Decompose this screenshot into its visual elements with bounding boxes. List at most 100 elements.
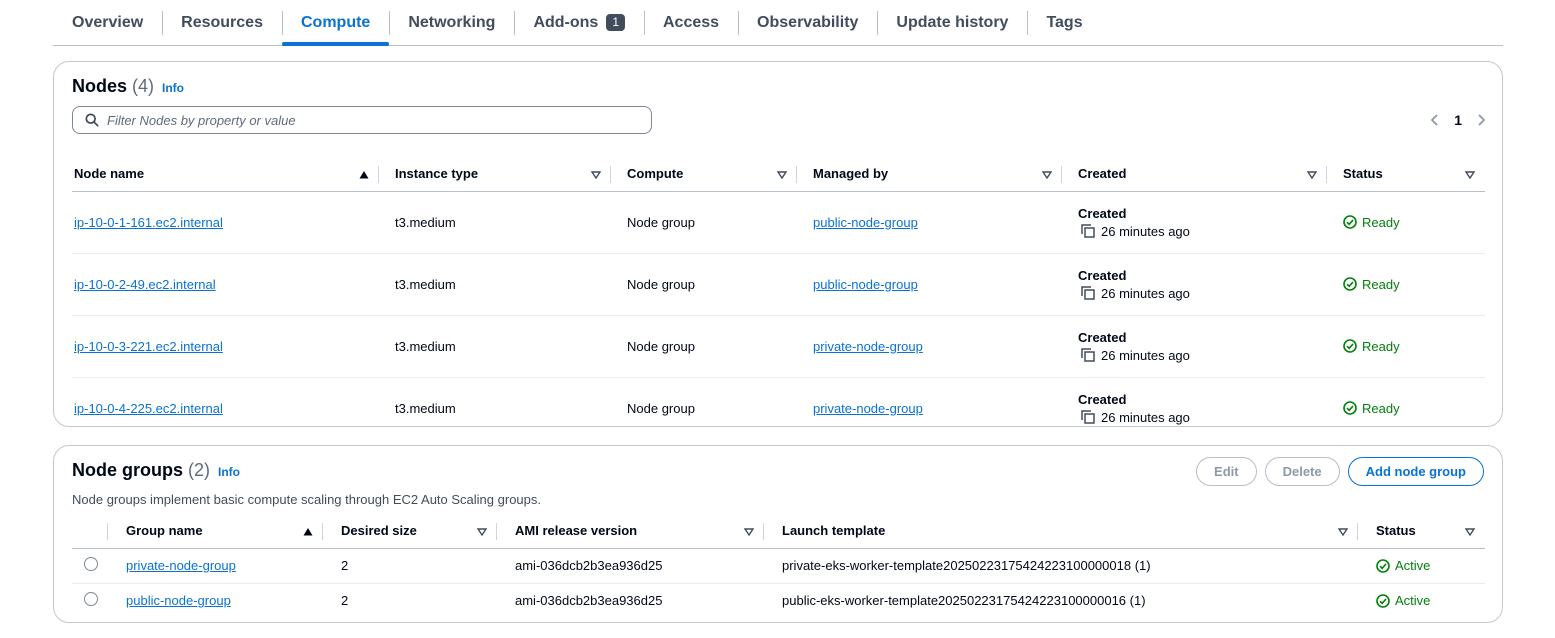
chevron-right-icon[interactable] xyxy=(1476,113,1486,127)
tab-networking[interactable]: Networking xyxy=(389,0,514,45)
tab-label: Add-ons xyxy=(533,13,599,31)
tab-label: Update history xyxy=(896,13,1009,31)
column-header-launch-template[interactable]: Launch template xyxy=(764,514,1358,549)
instance-type-cell: t3.medium xyxy=(379,191,611,254)
tab-overview[interactable]: Overview xyxy=(53,0,162,45)
tab-observability[interactable]: Observability xyxy=(738,0,877,45)
column-header-group-name[interactable]: Group name xyxy=(108,514,323,549)
managed-by-link[interactable]: private-node-group xyxy=(813,339,923,354)
node-name-link[interactable]: ip-10-0-4-225.ec2.internal xyxy=(74,401,223,416)
node-groups-table: Group name Desired size AMI release vers… xyxy=(72,514,1485,618)
compute-cell: Node group xyxy=(611,191,797,254)
add-node-group-button[interactable]: Add node group xyxy=(1347,457,1484,486)
tab-compute[interactable]: Compute xyxy=(281,0,390,46)
launch-template-cell: private-eks-worker-template2025022317542… xyxy=(764,548,1358,584)
column-header-managed-by[interactable]: Managed by xyxy=(797,157,1062,192)
sort-icon xyxy=(776,168,788,183)
node-groups-count: (2) xyxy=(188,460,210,480)
copy-icon[interactable] xyxy=(1081,286,1095,300)
status-indicator: Ready xyxy=(1343,215,1485,230)
table-row: private-node-group 2 ami-036dcb2b3ea936d… xyxy=(72,548,1485,584)
instance-type-cell: t3.medium xyxy=(379,253,611,316)
nodes-info-link[interactable]: Info xyxy=(162,81,184,95)
instance-type-cell: t3.medium xyxy=(395,400,456,416)
copy-icon[interactable] xyxy=(1081,224,1095,238)
tab-access[interactable]: Access xyxy=(644,0,738,45)
nodes-filter[interactable] xyxy=(72,106,652,134)
created-time: 26 minutes ago xyxy=(1101,285,1190,301)
column-header-node-name[interactable]: Node name xyxy=(72,157,379,192)
status-indicator: Active xyxy=(1376,593,1485,608)
delete-button[interactable]: Delete xyxy=(1264,457,1340,486)
created-label: Created xyxy=(1078,205,1127,221)
add-ons-count-badge: 1 xyxy=(606,14,625,31)
column-header-label: Compute xyxy=(627,166,684,182)
column-header-instance-type[interactable]: Instance type xyxy=(379,157,611,192)
tab-update-history[interactable]: Update history xyxy=(877,0,1027,45)
nodes-pagination: 1 xyxy=(1430,112,1486,128)
group-name-link[interactable]: private-node-group xyxy=(126,558,236,573)
sort-icon xyxy=(590,168,602,183)
compute-cell: Node group xyxy=(611,315,797,378)
column-header-label: Managed by xyxy=(813,166,889,182)
check-circle-icon xyxy=(1376,558,1390,573)
status-indicator: Ready xyxy=(1343,277,1485,292)
sort-icon xyxy=(1337,525,1349,540)
row-select-radio[interactable] xyxy=(84,592,98,607)
tab-label: Access xyxy=(663,13,720,31)
table-row: public-node-group 2 ami-036dcb2b3ea936d2… xyxy=(72,583,1485,618)
tab-label: Networking xyxy=(408,13,496,31)
status-text: Ready xyxy=(1362,400,1400,416)
nodes-filter-input[interactable] xyxy=(107,112,627,128)
column-header-label: Status xyxy=(1376,523,1416,539)
column-header-created[interactable]: Created xyxy=(1062,157,1327,192)
desired-size-cell: 2 xyxy=(323,548,497,584)
created-value: 26 minutes ago xyxy=(1078,348,1327,363)
node-name-link[interactable]: ip-10-0-3-221.ec2.internal xyxy=(74,339,223,354)
edit-button[interactable]: Edit xyxy=(1196,457,1257,486)
node-groups-title: Node groups xyxy=(72,460,183,480)
created-time: 26 minutes ago xyxy=(1101,409,1190,425)
column-header-status[interactable]: Status xyxy=(1327,157,1485,192)
status-text: Ready xyxy=(1362,214,1400,230)
column-header-desired-size[interactable]: Desired size xyxy=(323,514,497,549)
ami-release-cell: ami-036dcb2b3ea936d25 xyxy=(515,593,663,609)
check-circle-icon xyxy=(1343,339,1357,353)
column-header-status[interactable]: Status xyxy=(1358,514,1485,549)
tab-add-ons[interactable]: Add-ons 1 xyxy=(514,0,644,45)
sort-ascending-icon xyxy=(303,525,313,540)
compute-cell: Node group xyxy=(627,400,695,416)
status-indicator: Ready xyxy=(1343,339,1485,354)
check-circle-icon xyxy=(1343,277,1357,291)
node-name-link[interactable]: ip-10-0-1-161.ec2.internal xyxy=(74,215,223,230)
nodes-title: Nodes xyxy=(72,76,128,96)
node-groups-description: Node groups implement basic compute scal… xyxy=(72,492,541,507)
tab-label: Tags xyxy=(1046,13,1083,31)
status-text: Active xyxy=(1395,558,1431,573)
page-number[interactable]: 1 xyxy=(1454,112,1462,128)
status-indicator: Ready xyxy=(1343,401,1485,416)
group-name-link[interactable]: public-node-group xyxy=(126,593,231,608)
tab-label: Resources xyxy=(181,13,263,31)
managed-by-link[interactable]: public-node-group xyxy=(813,215,918,230)
created-value: 26 minutes ago xyxy=(1078,286,1327,301)
chevron-left-icon[interactable] xyxy=(1430,113,1440,127)
tab-resources[interactable]: Resources xyxy=(162,0,282,45)
row-select-radio[interactable] xyxy=(84,557,98,571)
node-name-link[interactable]: ip-10-0-2-49.ec2.internal xyxy=(74,277,216,292)
tab-tags[interactable]: Tags xyxy=(1027,0,1101,45)
column-header-ami-release-version[interactable]: AMI release version xyxy=(497,514,764,549)
column-header-label: Created xyxy=(1078,166,1127,182)
managed-by-link[interactable]: public-node-group xyxy=(813,277,918,292)
column-header-compute[interactable]: Compute xyxy=(611,157,797,192)
sort-icon xyxy=(1464,525,1476,540)
node-groups-actions: Edit Delete Add node group xyxy=(1196,457,1484,486)
managed-by-link[interactable]: private-node-group xyxy=(813,401,923,416)
table-row: ip-10-0-3-221.ec2.internal t3.medium Nod… xyxy=(72,315,1485,378)
created-label: Created xyxy=(1078,329,1127,345)
copy-icon[interactable] xyxy=(1081,410,1095,424)
created-label: Created xyxy=(1078,391,1127,407)
node-groups-info-link[interactable]: Info xyxy=(218,465,240,479)
copy-icon[interactable] xyxy=(1081,348,1095,362)
tab-label: Overview xyxy=(72,13,144,31)
